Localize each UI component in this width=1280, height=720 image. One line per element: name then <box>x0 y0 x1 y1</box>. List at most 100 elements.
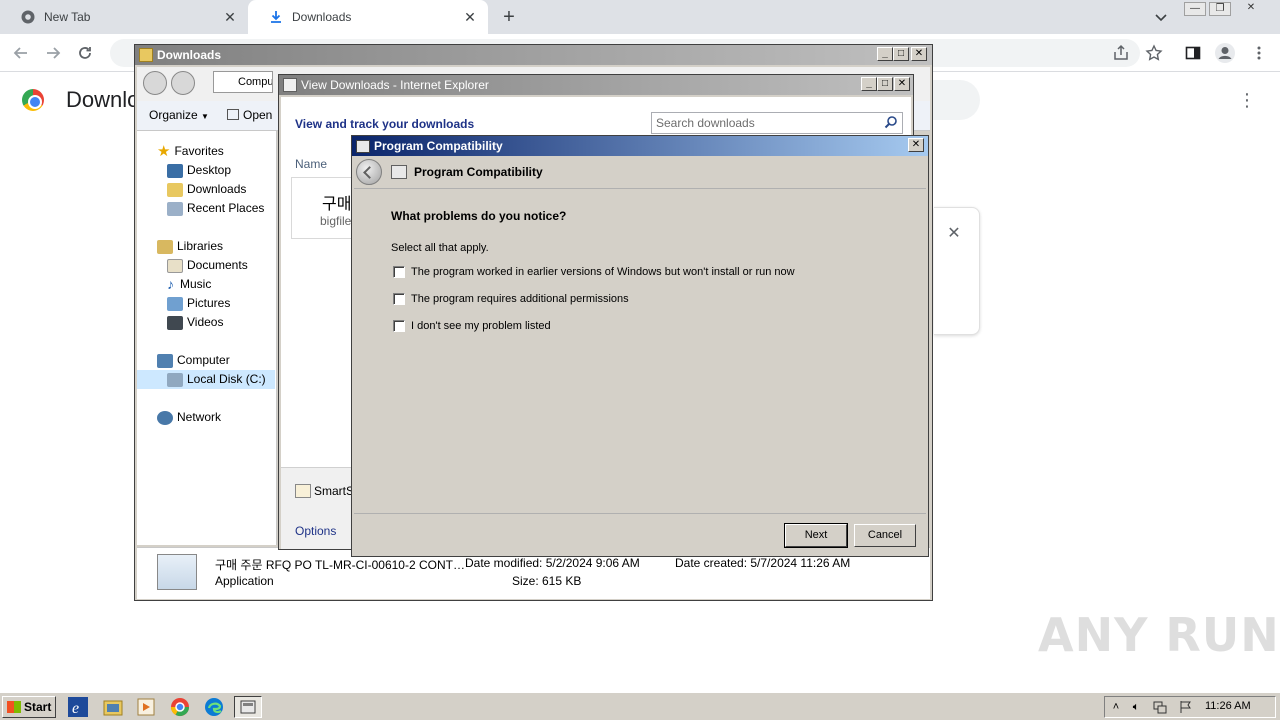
option-additional-permissions[interactable]: The program requires additional permissi… <box>393 293 629 305</box>
tab-title: New Tab <box>44 10 91 24</box>
smartscreen-link[interactable]: SmartS <box>295 484 354 498</box>
open-button[interactable]: Open <box>227 108 272 122</box>
download-list-item[interactable]: 구매 bigfile- <box>291 177 353 239</box>
restore-button[interactable]: ❐ <box>1209 2 1231 16</box>
option-not-listed[interactable]: I don't see my problem listed <box>393 320 551 332</box>
explorer-titlebar[interactable]: Downloads _ □ ✕ <box>135 45 932 65</box>
clock[interactable]: 11:26 AM <box>1205 700 1251 712</box>
smartscreen-icon <box>295 484 311 498</box>
start-button[interactable]: Start <box>2 696 56 718</box>
close-icon[interactable]: ✕ <box>462 9 478 25</box>
downloads-heading: View and track your downloads <box>295 117 475 131</box>
download-item-source: bigfile- <box>320 214 353 228</box>
nav-videos[interactable]: Videos <box>167 313 223 332</box>
side-panel-icon[interactable] <box>1182 42 1204 64</box>
network-tray-icon[interactable] <box>1153 700 1167 714</box>
downloads-search-field[interactable] <box>930 80 980 120</box>
minimize-button[interactable]: — <box>1184 2 1206 16</box>
nav-favorites[interactable]: ★ Favorites <box>157 142 224 161</box>
nav-recent-places[interactable]: Recent Places <box>167 199 264 218</box>
reload-icon[interactable] <box>74 42 96 64</box>
explorer-taskbar-icon[interactable] <box>99 696 127 718</box>
ie-icon <box>283 78 297 92</box>
close-button[interactable]: ✕ <box>911 47 927 61</box>
minimize-button[interactable]: _ <box>877 47 893 61</box>
media-player-taskbar-icon[interactable] <box>132 696 160 718</box>
nav-computer[interactable]: Computer <box>157 351 230 370</box>
close-button[interactable]: ✕ <box>894 77 910 91</box>
ie-downloads-titlebar[interactable]: View Downloads - Internet Explorer _ □ ✕ <box>279 75 913 95</box>
checkbox[interactable] <box>393 320 405 332</box>
nav-libraries[interactable]: Libraries <box>157 237 223 256</box>
close-button[interactable]: ✕ <box>908 138 924 152</box>
maximize-button[interactable]: □ <box>893 47 909 61</box>
profile-avatar-icon[interactable] <box>1214 42 1236 64</box>
file-name: 구매 주문 RFQ PO TL-MR-CI-00610-2 CONT… <box>215 558 465 572</box>
videos-icon <box>167 315 183 330</box>
compat-taskbar-icon[interactable] <box>234 696 262 718</box>
forward-arrow-icon[interactable] <box>42 42 64 64</box>
nav-music[interactable]: ♪ Music <box>167 275 211 294</box>
dialog-title: Program Compatibility <box>374 139 503 153</box>
close-icon[interactable]: ✕ <box>945 225 963 243</box>
back-arrow-icon[interactable] <box>356 159 382 185</box>
computer-icon <box>157 353 173 368</box>
forward-button[interactable] <box>171 71 195 95</box>
option-earlier-versions[interactable]: The program worked in earlier versions o… <box>393 266 795 278</box>
chevron-down-icon[interactable] <box>1152 8 1170 26</box>
nav-network[interactable]: Network <box>157 408 221 427</box>
back-arrow-icon[interactable] <box>10 42 32 64</box>
navigation-pane: ★ Favorites Desktop Downloads Recent Plac… <box>137 131 277 545</box>
chrome-tabstrip: New Tab ✕ Downloads ✕ + — ❐ ✕ <box>0 0 1280 34</box>
window-title: Downloads <box>157 48 222 62</box>
compat-question: What problems do you notice? <box>391 209 567 223</box>
checkbox[interactable] <box>393 293 405 305</box>
date-modified: Date modified: 5/2/2024 9:06 AM <box>465 556 640 570</box>
new-tab-button[interactable]: + <box>498 6 520 28</box>
share-icon[interactable] <box>1110 42 1132 64</box>
compat-instruction: Select all that apply. <box>391 242 489 254</box>
kebab-menu-icon[interactable] <box>1248 42 1270 64</box>
bookmark-star-icon[interactable] <box>1143 42 1165 64</box>
volume-icon[interactable]: 🔈︎ <box>1129 700 1143 714</box>
nav-documents[interactable]: Documents <box>167 256 248 275</box>
documents-icon <box>167 258 183 273</box>
star-icon: ★ <box>157 143 171 160</box>
name-column-header[interactable]: Name <box>295 157 327 171</box>
search-icon[interactable] <box>884 115 898 129</box>
compat-app-icon <box>356 139 370 153</box>
edge-taskbar-icon[interactable] <box>200 696 228 718</box>
show-hidden-icons-icon[interactable]: ˄ <box>1109 700 1123 714</box>
address-field[interactable]: Compu <box>213 71 273 93</box>
action-center-flag-icon[interactable] <box>1179 700 1193 714</box>
close-icon[interactable]: ✕ <box>222 9 238 25</box>
nav-pictures[interactable]: Pictures <box>167 294 230 313</box>
desktop-icon <box>167 163 183 178</box>
nav-local-disk[interactable]: Local Disk (C:) <box>137 370 275 389</box>
music-icon: ♪ <box>167 276 174 292</box>
kebab-menu-icon[interactable]: ⋮ <box>1238 90 1256 110</box>
taskbar: Start e ˄ 🔈︎ 11:26 AM <box>0 692 1280 720</box>
next-button[interactable]: Next <box>784 523 848 548</box>
tab-title: Downloads <box>292 10 352 24</box>
date-created: Date created: 5/7/2024 11:26 AM <box>675 556 851 570</box>
chrome-taskbar-icon[interactable] <box>166 696 194 718</box>
compat-header-title: Program Compatibility <box>414 165 543 179</box>
network-icon <box>157 410 173 425</box>
ie-taskbar-icon[interactable]: e <box>64 696 92 718</box>
maximize-button[interactable]: □ <box>877 77 893 91</box>
close-window-button[interactable]: ✕ <box>1240 2 1262 16</box>
organize-button[interactable]: Organize ▼ <box>149 108 209 122</box>
search-downloads-input[interactable]: Search downloads <box>651 112 903 134</box>
checkbox[interactable] <box>393 266 405 278</box>
back-button[interactable] <box>143 71 167 95</box>
svg-text:e: e <box>72 700 79 717</box>
nav-desktop[interactable]: Desktop <box>167 161 231 180</box>
tab-new-tab[interactable]: New Tab ✕ <box>0 0 248 34</box>
nav-downloads[interactable]: Downloads <box>167 180 246 199</box>
compat-titlebar[interactable]: Program Compatibility ✕ <box>352 136 928 156</box>
cancel-button[interactable]: Cancel <box>854 524 916 547</box>
options-link[interactable]: Options <box>295 524 336 538</box>
tab-downloads[interactable]: Downloads ✕ <box>248 0 488 34</box>
minimize-button[interactable]: _ <box>861 77 877 91</box>
